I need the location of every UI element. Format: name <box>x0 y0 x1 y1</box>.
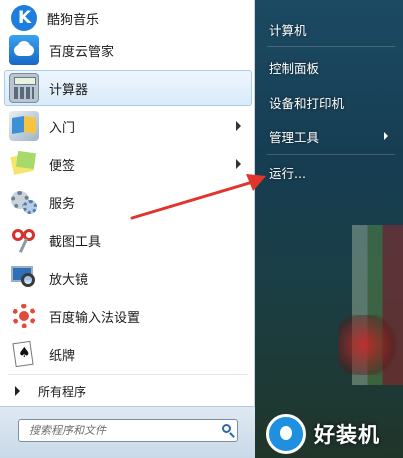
menu-item-label: 百度云管家 <box>49 44 115 60</box>
menu-item-label: 服务 <box>49 196 76 212</box>
search-icon[interactable] <box>222 424 231 433</box>
submenu-arrow-icon <box>236 159 241 169</box>
menu-item-sticky-notes[interactable]: 便签 <box>4 146 252 182</box>
menu-item-kugou-music[interactable]: K 酷狗音乐 <box>4 0 252 36</box>
right-item-label: 计算机 <box>269 22 307 38</box>
submenu-arrow-icon <box>236 121 241 131</box>
menu-item-snipping-tool[interactable]: 截图工具 <box>4 222 252 258</box>
blurred-background-object <box>338 315 403 375</box>
search-input[interactable] <box>27 423 216 438</box>
watermark-text: 好装机 <box>314 423 380 447</box>
magnifier-icon <box>9 263 39 293</box>
menu-item-label: 计算器 <box>49 82 89 98</box>
right-item-label: 控制面板 <box>269 60 320 76</box>
menu-item-services[interactable]: 服务 <box>4 184 252 220</box>
all-programs-label: 所有程序 <box>38 384 87 399</box>
right-item-admin-tools[interactable]: 管理工具 <box>263 122 398 150</box>
divider <box>8 374 248 375</box>
right-item-devices-printers[interactable]: 设备和打印机 <box>263 88 398 116</box>
menu-item-label: 百度输入法设置 <box>49 310 141 326</box>
menu-item-label: 酷狗音乐 <box>47 12 100 28</box>
menu-item-label: 纸牌 <box>49 348 76 364</box>
right-item-label: 设备和打印机 <box>269 95 345 111</box>
baidu-ime-settings-icon <box>9 301 39 331</box>
watermark-logo: 好装机 <box>266 410 403 458</box>
watermark-badge-icon <box>266 414 306 454</box>
getting-started-icon <box>9 111 39 141</box>
search-box <box>18 419 238 442</box>
kugou-music-icon: K <box>11 5 37 31</box>
menu-item-magnifier[interactable]: 放大镜 <box>4 260 252 296</box>
sticky-notes-icon <box>9 149 39 179</box>
submenu-arrow-icon <box>384 132 388 140</box>
right-item-control-panel[interactable]: 控制面板 <box>263 53 398 81</box>
divider <box>267 154 395 155</box>
baidu-cloud-icon <box>9 35 39 65</box>
solitaire-icon: ♠ <box>9 339 39 369</box>
menu-item-label: 入门 <box>49 120 76 136</box>
right-item-computer[interactable]: 计算机 <box>263 15 398 43</box>
services-gear-icon <box>9 187 39 217</box>
menu-item-baidu-cloud[interactable]: 百度云管家 <box>4 32 252 68</box>
divider <box>267 46 395 47</box>
menu-item-getting-started[interactable]: 入门 <box>4 108 252 144</box>
menu-item-calculator[interactable]: 计算器 <box>4 70 252 106</box>
right-item-label: 运行... <box>269 165 306 181</box>
menu-item-solitaire[interactable]: ♠ 纸牌 <box>4 336 252 372</box>
right-item-run[interactable]: 运行... <box>263 158 398 186</box>
calculator-icon <box>9 73 39 103</box>
expand-arrow-icon <box>15 386 20 396</box>
search-area <box>0 406 255 458</box>
menu-item-label: 截图工具 <box>49 234 102 250</box>
all-programs-button[interactable]: 所有程序 <box>4 377 252 405</box>
menu-item-label: 便签 <box>49 158 76 174</box>
start-menu-left-pane: K 酷狗音乐 百度云管家 计算器 入门 便签 服务 截图工具 放大镜 百度输入法… <box>0 0 255 458</box>
menu-item-label: 放大镜 <box>49 272 89 288</box>
right-item-label: 管理工具 <box>269 129 320 145</box>
menu-item-baidu-ime-settings[interactable]: 百度输入法设置 <box>4 298 252 334</box>
snipping-tool-icon <box>9 225 39 255</box>
